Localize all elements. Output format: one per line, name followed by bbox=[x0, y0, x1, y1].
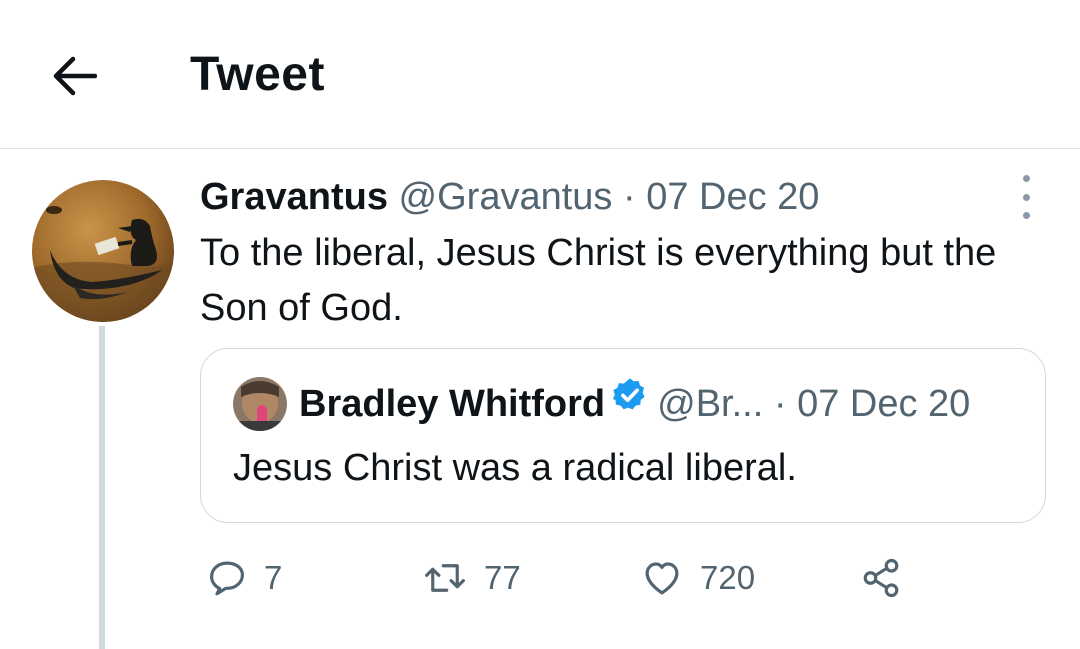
back-button[interactable] bbox=[48, 50, 100, 102]
share-button[interactable] bbox=[860, 552, 902, 604]
tweet-date[interactable]: 07 Dec 20 bbox=[646, 176, 819, 218]
quoted-tweet-text: Jesus Christ was a radical liberal. bbox=[233, 447, 797, 489]
arrow-left-icon bbox=[53, 56, 97, 96]
retweet-button[interactable]: 77 bbox=[422, 552, 521, 604]
author-avatar[interactable] bbox=[32, 180, 174, 322]
more-dot-icon bbox=[1022, 212, 1030, 219]
more-dot-icon bbox=[1022, 193, 1030, 201]
share-icon bbox=[863, 558, 899, 598]
more-dot-icon bbox=[1022, 175, 1030, 182]
quoted-tweet-header: Bradley Whitford @Br... · 07 Dec 20 bbox=[299, 376, 971, 431]
separator: · bbox=[773, 383, 787, 425]
like-button[interactable]: 720 bbox=[640, 552, 755, 604]
retweet-icon bbox=[425, 564, 465, 592]
author-name[interactable]: Gravantus bbox=[200, 176, 388, 218]
retweet-count: 77 bbox=[484, 559, 521, 596]
reply-icon bbox=[210, 561, 244, 596]
reply-count: 7 bbox=[264, 559, 283, 596]
page-title: Tweet bbox=[190, 48, 325, 101]
thread-line bbox=[99, 326, 105, 649]
quoted-author-handle: @Br... bbox=[657, 383, 764, 425]
more-options-button[interactable] bbox=[1010, 175, 1042, 219]
tweet-header: Gravantus @Gravantus · 07 Dec 20 bbox=[200, 172, 819, 222]
top-bar: Tweet bbox=[0, 0, 1080, 149]
heart-icon bbox=[645, 562, 679, 595]
verified-badge-icon bbox=[611, 376, 649, 427]
like-count: 720 bbox=[700, 559, 756, 596]
separator: · bbox=[622, 176, 636, 218]
author-handle[interactable]: @Gravantus bbox=[399, 176, 613, 218]
tweet-text: To the liberal, Jesus Christ is everythi… bbox=[200, 232, 997, 329]
quoted-author-avatar bbox=[233, 377, 287, 431]
quoted-tweet[interactable]: Bradley Whitford @Br... · 07 Dec 20 Jesus… bbox=[200, 348, 1046, 523]
quoted-author-name: Bradley Whitford bbox=[299, 383, 606, 425]
quoted-tweet-date: 07 Dec 20 bbox=[797, 383, 971, 425]
reply-button[interactable]: 7 bbox=[206, 552, 282, 604]
tweet-actions: 7 77 720 bbox=[200, 552, 960, 604]
